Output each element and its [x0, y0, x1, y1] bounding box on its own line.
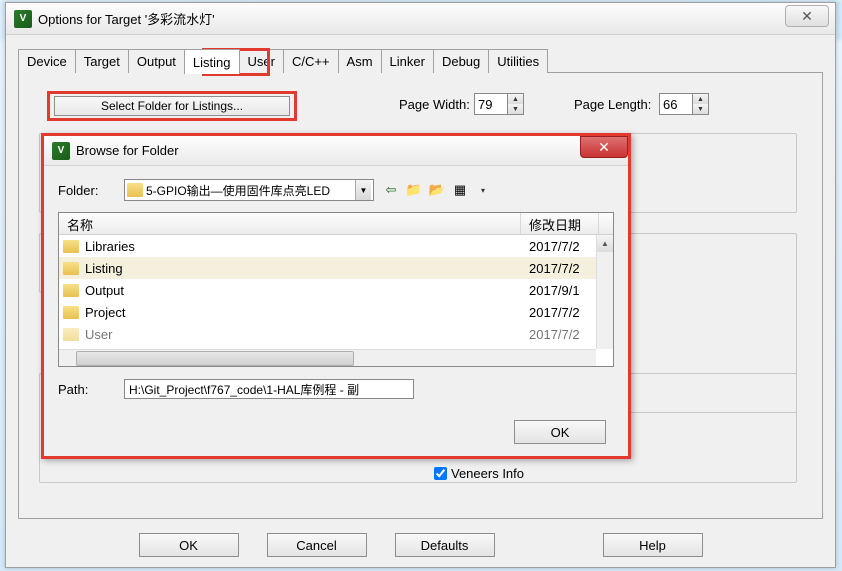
new-folder-icon[interactable]: 📂: [428, 181, 446, 199]
folder-icon: [63, 262, 79, 275]
view-icon[interactable]: ▦: [451, 181, 469, 199]
file-list: 名称 修改日期 Libraries 2017/7/2 Listing 2017/…: [58, 212, 614, 367]
dialog-button-row: OK Cancel Defaults Help: [6, 533, 835, 557]
item-name: Output: [85, 283, 521, 298]
browse-title: Browse for Folder: [76, 143, 179, 158]
path-label: Path:: [58, 382, 116, 397]
item-name: Libraries: [85, 239, 521, 254]
ok-button[interactable]: OK: [139, 533, 239, 557]
item-date: 2017/7/2: [521, 327, 580, 342]
page-width-up-icon[interactable]: ▲: [508, 94, 523, 104]
tab-cpp[interactable]: C/C++: [283, 49, 339, 73]
up-one-level-icon[interactable]: 📁: [405, 181, 423, 199]
folder-combo[interactable]: 5-GPIO输出—使用固件库点亮LED ▼: [124, 179, 374, 201]
page-length-down-icon[interactable]: ▼: [693, 104, 708, 114]
tab-listing[interactable]: Listing: [184, 49, 240, 74]
page-width-label: Page Width:: [399, 97, 470, 112]
item-date: 2017/7/2: [521, 305, 580, 320]
folder-label: Folder:: [58, 183, 116, 198]
tab-debug[interactable]: Debug: [433, 49, 489, 73]
item-name: Project: [85, 305, 521, 320]
item-date: 2017/7/2: [521, 261, 580, 276]
veneers-checkbox-row: Veneers Info: [434, 466, 524, 481]
item-date: 2017/7/2: [521, 239, 580, 254]
page-width-down-icon[interactable]: ▼: [508, 104, 523, 114]
item-name: Listing: [85, 261, 521, 276]
page-width-spinner: ▲ ▼: [474, 93, 524, 115]
folder-icon: [63, 306, 79, 319]
list-item[interactable]: User 2017/7/2: [59, 323, 613, 345]
page-length-spinner: ▲ ▼: [659, 93, 709, 115]
scroll-thumb[interactable]: [76, 351, 354, 366]
folder-icon: [127, 183, 143, 197]
browse-close-button[interactable]: ✕: [580, 136, 628, 158]
folder-combo-text: 5-GPIO输出—使用固件库点亮LED: [146, 182, 352, 199]
item-date: 2017/9/1: [521, 283, 580, 298]
list-item[interactable]: Output 2017/9/1: [59, 279, 613, 301]
tab-asm[interactable]: Asm: [338, 49, 382, 73]
folder-icon: [63, 240, 79, 253]
list-item[interactable]: Listing 2017/7/2: [59, 257, 613, 279]
back-icon[interactable]: ⇦: [382, 181, 400, 199]
horizontal-scrollbar[interactable]: [59, 349, 596, 366]
tab-linker[interactable]: Linker: [381, 49, 434, 73]
tab-output[interactable]: Output: [128, 49, 185, 73]
titlebar: V Options for Target '多彩流水灯' ✕: [6, 3, 835, 35]
select-folder-button[interactable]: Select Folder for Listings...: [54, 96, 290, 116]
select-folder-highlight: Select Folder for Listings...: [47, 91, 297, 121]
tab-device[interactable]: Device: [18, 49, 76, 73]
browse-app-icon: V: [52, 142, 70, 160]
item-name: User: [85, 327, 521, 342]
vertical-scrollbar[interactable]: ▲: [596, 235, 613, 349]
scroll-up-icon[interactable]: ▲: [597, 235, 613, 252]
page-length-up-icon[interactable]: ▲: [693, 94, 708, 104]
column-date[interactable]: 修改日期: [521, 213, 599, 234]
app-icon: V: [14, 10, 32, 28]
chevron-down-icon[interactable]: ▼: [355, 180, 371, 200]
path-row: Path:: [58, 379, 614, 399]
view-drop-icon[interactable]: ▾: [474, 181, 492, 199]
file-list-header: 名称 修改日期: [59, 213, 613, 235]
tab-strip: Device Target Output Listing User C/C++ …: [18, 49, 823, 73]
window-title: Options for Target '多彩流水灯': [38, 9, 215, 28]
folder-icon: [63, 284, 79, 297]
browse-folder-dialog: V Browse for Folder ✕ Folder: 5-GPIO输出—使…: [41, 133, 631, 459]
defaults-button[interactable]: Defaults: [395, 533, 495, 557]
tab-user[interactable]: User: [239, 49, 284, 73]
column-name[interactable]: 名称: [59, 213, 521, 234]
veneers-label: Veneers Info: [451, 466, 524, 481]
list-item[interactable]: Libraries 2017/7/2: [59, 235, 613, 257]
help-button[interactable]: Help: [603, 533, 703, 557]
page-width-input[interactable]: [474, 93, 508, 115]
folder-icon: [63, 328, 79, 341]
path-input[interactable]: [124, 379, 414, 399]
close-button[interactable]: ✕: [785, 5, 829, 27]
tab-target[interactable]: Target: [75, 49, 129, 73]
veneers-checkbox[interactable]: [434, 467, 447, 480]
tab-utilities[interactable]: Utilities: [488, 49, 548, 73]
list-item[interactable]: Project 2017/7/2: [59, 301, 613, 323]
folder-row: Folder: 5-GPIO输出—使用固件库点亮LED ▼ ⇦ 📁 📂 ▦ ▾: [58, 176, 614, 204]
page-length-label: Page Length:: [574, 97, 651, 112]
page-length-input[interactable]: [659, 93, 693, 115]
browse-titlebar: V Browse for Folder ✕: [44, 136, 628, 166]
browse-ok-button[interactable]: OK: [514, 420, 606, 444]
cancel-button[interactable]: Cancel: [267, 533, 367, 557]
